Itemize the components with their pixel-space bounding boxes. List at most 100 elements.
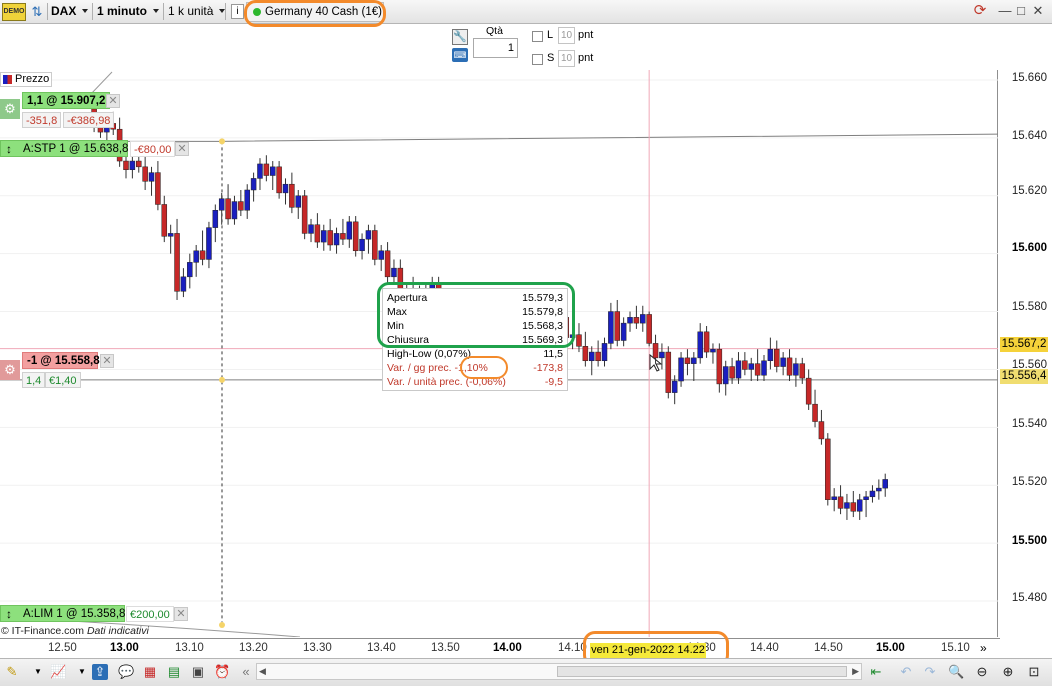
drag-handle-icon[interactable]: ↕ bbox=[6, 606, 12, 623]
redo-icon[interactable]: ↷ bbox=[922, 664, 938, 680]
limit-order-tag[interactable]: ↕ A:LIM 1 @ 15.358,8 bbox=[0, 605, 125, 622]
candle bbox=[384, 242, 391, 283]
candle bbox=[793, 357, 799, 387]
units-selector[interactable]: 1 k unità bbox=[168, 2, 225, 21]
x-tick: 15.10 bbox=[941, 642, 970, 654]
gear-icon[interactable]: ⚙ bbox=[0, 360, 20, 380]
drag-handle-icon[interactable]: ↕ bbox=[6, 141, 12, 158]
stop-unit: pnt bbox=[578, 52, 594, 64]
drawing-tools-icon[interactable]: ✎ bbox=[4, 664, 20, 680]
restore-button[interactable]: □ bbox=[1014, 3, 1028, 19]
price-axis[interactable]: 15.660 15.640 15.620 15.600 15.580 15.56… bbox=[999, 70, 1052, 637]
scrollbar-thumb[interactable] bbox=[557, 666, 847, 677]
scroll-left-arrow-icon[interactable]: ◀ bbox=[259, 666, 266, 677]
refresh-icon[interactable]: ⟳ bbox=[973, 3, 987, 19]
candle bbox=[754, 349, 761, 382]
stop-order-tag[interactable]: ↕ A:STP 1 @ 15.638,8 bbox=[0, 140, 128, 157]
candle bbox=[187, 253, 193, 289]
comment-icon[interactable]: 💬 bbox=[118, 664, 134, 680]
qty-input[interactable]: 1 bbox=[473, 38, 518, 58]
keyboard-icon[interactable]: ⌨ bbox=[452, 48, 468, 62]
pnl-points: -351,8 bbox=[22, 112, 62, 128]
zoom-in-icon[interactable]: ⊕ bbox=[1000, 664, 1016, 680]
candle bbox=[825, 433, 831, 506]
candle bbox=[282, 178, 289, 205]
scroll-right-icon[interactable]: » bbox=[980, 641, 987, 655]
link-icon[interactable]: ⇅ bbox=[30, 2, 44, 21]
chevron-down-icon[interactable]: ▼ bbox=[30, 664, 46, 680]
candle bbox=[257, 158, 263, 190]
candle bbox=[161, 195, 168, 243]
candle bbox=[697, 323, 703, 364]
chevron-down-icon[interactable]: ▼ bbox=[74, 664, 90, 680]
short-position-tag[interactable]: -1 @ 15.558,8 bbox=[22, 352, 100, 369]
stop-order-label: A:STP 1 @ 15.638,8 bbox=[23, 143, 129, 155]
candle bbox=[193, 244, 199, 277]
candle bbox=[678, 352, 684, 387]
close-short-icon[interactable]: ✕ bbox=[100, 354, 114, 368]
candle bbox=[167, 224, 174, 254]
entry-dot bbox=[219, 138, 225, 145]
candle bbox=[640, 305, 646, 332]
x-tick: 14.40 bbox=[750, 642, 779, 654]
candle bbox=[633, 305, 640, 329]
legend-price[interactable]: Prezzo bbox=[0, 72, 52, 87]
zoom-area-icon[interactable]: 🔍 bbox=[948, 664, 964, 680]
candle bbox=[340, 218, 346, 245]
open-position-tag[interactable]: 1,1 @ 15.907,2 bbox=[22, 92, 111, 109]
time-scrollbar[interactable]: ◀ ▶ bbox=[256, 663, 862, 680]
instrument-selector[interactable]: DAX bbox=[51, 2, 88, 21]
time-axis[interactable]: 12.50 13.00 13.10 13.20 13.30 13.40 13.5… bbox=[0, 638, 1000, 658]
stop-points-input[interactable]: 10 bbox=[558, 50, 575, 67]
stop-checkbox[interactable] bbox=[532, 54, 543, 65]
zoom-out-icon[interactable]: ⊖ bbox=[974, 664, 990, 680]
y-tick: 15.520 bbox=[1011, 476, 1047, 488]
share-icon[interactable]: ⇪ bbox=[92, 664, 108, 680]
alarm-icon[interactable]: ⏰ bbox=[214, 664, 230, 680]
candle bbox=[148, 166, 155, 196]
x-tick: 13.30 bbox=[303, 642, 332, 654]
top-toolbar: DEMO ⇅ DAX 1 minuto 1 k unità i Germany … bbox=[0, 0, 1052, 24]
candle bbox=[289, 172, 295, 214]
candle bbox=[129, 155, 136, 179]
candle bbox=[588, 346, 595, 376]
timeframe-selector[interactable]: 1 minuto bbox=[97, 2, 159, 21]
close-position-icon[interactable]: ✕ bbox=[106, 94, 120, 108]
cancel-stop-icon[interactable]: ✕ bbox=[175, 142, 189, 156]
candle bbox=[244, 184, 250, 219]
scroll-left-icon[interactable]: « bbox=[238, 664, 254, 680]
table-icon[interactable]: ▦ bbox=[142, 664, 158, 680]
candle bbox=[314, 213, 321, 248]
candle bbox=[691, 352, 697, 382]
info-button[interactable]: i bbox=[231, 4, 244, 19]
candle bbox=[844, 493, 850, 520]
y-tick: 15.620 bbox=[1011, 185, 1047, 197]
x-tick: 13.50 bbox=[431, 642, 460, 654]
scroll-right-arrow-icon[interactable]: ▶ bbox=[852, 666, 859, 677]
ticker-highlight bbox=[244, 0, 386, 27]
wrench-icon[interactable]: 🔧 bbox=[452, 29, 468, 45]
y-tick: 15.580 bbox=[1011, 301, 1047, 313]
indicators-icon[interactable]: 📈 bbox=[50, 664, 66, 680]
candle bbox=[608, 302, 614, 350]
candle bbox=[250, 172, 257, 202]
candle bbox=[831, 488, 837, 512]
minimize-button[interactable]: — bbox=[998, 3, 1012, 19]
undo-icon[interactable]: ↶ bbox=[898, 664, 914, 680]
cancel-limit-icon[interactable]: ✕ bbox=[174, 607, 188, 621]
candle bbox=[742, 352, 748, 376]
close-button[interactable]: ✕ bbox=[1031, 3, 1045, 19]
go-to-end-icon[interactable]: ⇤ bbox=[868, 664, 884, 680]
zoom-chart-icon[interactable]: ▣ bbox=[190, 664, 206, 680]
zoom-reset-icon[interactable]: ⊡ bbox=[1026, 664, 1042, 680]
x-tick: 14.00 bbox=[493, 642, 522, 654]
candle bbox=[620, 317, 627, 347]
limit-points-input[interactable]: 10 bbox=[558, 27, 575, 44]
short-pnl-points: 1,4 bbox=[22, 372, 46, 388]
candle bbox=[780, 352, 786, 376]
gear-icon[interactable]: ⚙ bbox=[0, 99, 20, 119]
limit-checkbox[interactable] bbox=[532, 31, 543, 42]
grid-icon[interactable]: ▤ bbox=[166, 664, 182, 680]
candle bbox=[818, 409, 825, 445]
x-tick: 12.50 bbox=[48, 642, 77, 654]
